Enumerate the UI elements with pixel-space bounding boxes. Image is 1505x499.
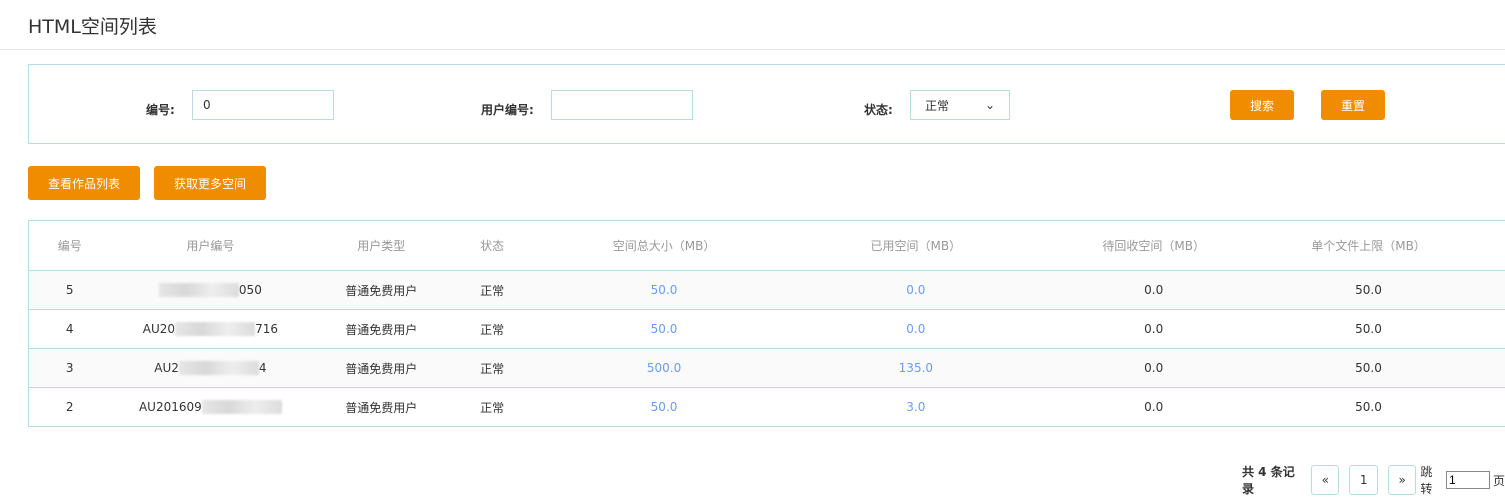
table-header: 编号 用户编号 用户类型 状态 空间总大小（MB） 已用空间（MB） 待回收空间… bbox=[28, 220, 1505, 271]
status-label: 状态: bbox=[864, 103, 893, 117]
status-value: 正常 bbox=[925, 98, 950, 113]
cell-user-id: 050 bbox=[110, 270, 311, 310]
chevron-down-icon[interactable]: ⌄ bbox=[1465, 309, 1505, 349]
cell-user-id: AU2 4 bbox=[110, 348, 311, 388]
col-actions: 操 bbox=[1465, 220, 1505, 271]
cell-limit: 50.0 bbox=[1271, 348, 1466, 388]
cell-limit: 50.0 bbox=[1271, 387, 1466, 427]
cell-used[interactable]: 135.0 bbox=[795, 348, 1036, 388]
cell-total[interactable]: 50.0 bbox=[532, 309, 796, 349]
cell-used[interactable]: 0.0 bbox=[795, 270, 1036, 310]
user-id-input[interactable] bbox=[551, 90, 693, 120]
table-row: 2 AU201609 普通免费用户 正常 50.0 3.0 0.0 50.0 ⌄ bbox=[28, 387, 1505, 427]
user-id-label: 用户编号: bbox=[481, 103, 534, 117]
cell-used[interactable]: 0.0 bbox=[795, 309, 1036, 349]
col-user-id: 用户编号 bbox=[110, 220, 311, 271]
cell-id: 2 bbox=[28, 387, 111, 427]
col-id: 编号 bbox=[28, 220, 111, 271]
cell-status: 正常 bbox=[452, 309, 533, 349]
page-title: HTML空间列表 bbox=[28, 16, 157, 38]
cell-pending: 0.0 bbox=[1035, 387, 1272, 427]
chevron-down-icon: ⌄ bbox=[984, 98, 995, 112]
redacted-mask bbox=[175, 322, 256, 337]
chevron-down-icon[interactable]: ⌄ bbox=[1465, 348, 1505, 388]
table-row: 4 AU20716 普通免费用户 正常 50.0 0.0 0.0 50.0 ⌄ bbox=[28, 309, 1505, 349]
cell-user-type: 普通免费用户 bbox=[310, 309, 453, 349]
table-row: 5 050 普通免费用户 正常 50.0 0.0 0.0 50.0 ⌄ bbox=[28, 270, 1505, 310]
id-label: 编号: bbox=[146, 103, 175, 117]
cell-id: 4 bbox=[28, 309, 111, 349]
search-button[interactable]: 搜索 bbox=[1230, 90, 1294, 120]
space-table: 编号 用户编号 用户类型 状态 空间总大小（MB） 已用空间（MB） 待回收空间… bbox=[28, 220, 1505, 427]
jump-label: 跳转 bbox=[1420, 465, 1433, 496]
cell-user-type: 普通免费用户 bbox=[310, 348, 453, 388]
cell-id: 3 bbox=[28, 348, 111, 388]
cell-user-type: 普通免费用户 bbox=[310, 270, 453, 310]
cell-pending: 0.0 bbox=[1035, 348, 1272, 388]
cell-user-id: AU20 716 bbox=[110, 309, 311, 349]
cell-id: 5 bbox=[28, 270, 111, 310]
reset-button[interactable]: 重置 bbox=[1321, 90, 1385, 120]
col-limit: 单个文件上限（MB） bbox=[1271, 220, 1466, 271]
cell-total[interactable]: 50.0 bbox=[532, 270, 796, 310]
jump-page-input[interactable] bbox=[1445, 471, 1490, 489]
cell-status: 正常 bbox=[452, 387, 533, 427]
table-row: 3 AU24 普通免费用户 正常 500.0 135.0 0.0 50.0 ⌄ bbox=[28, 348, 1505, 388]
cell-pending: 0.0 bbox=[1035, 270, 1272, 310]
pagination: 共 4 条记录 « 1 » 跳转 页 bbox=[1242, 463, 1505, 497]
cell-pending: 0.0 bbox=[1035, 309, 1272, 349]
redacted-mask bbox=[178, 361, 259, 376]
next-page-button[interactable]: » bbox=[1387, 465, 1417, 495]
view-works-button[interactable]: 查看作品列表 bbox=[28, 166, 140, 200]
cell-used[interactable]: 3.0 bbox=[795, 387, 1036, 427]
redacted-mask bbox=[201, 400, 282, 415]
cell-status: 正常 bbox=[452, 270, 533, 310]
col-used: 已用空间（MB） bbox=[795, 220, 1036, 271]
col-total: 空间总大小（MB） bbox=[532, 220, 796, 271]
cell-user-type: 普通免费用户 bbox=[310, 387, 453, 427]
chevron-down-icon[interactable]: ⌄ bbox=[1465, 270, 1505, 310]
page-unit: 页 bbox=[1492, 473, 1505, 488]
status-select[interactable]: 正常 ⌄ bbox=[910, 90, 1010, 120]
col-status: 状态 bbox=[452, 220, 533, 271]
col-pending: 待回收空间（MB） bbox=[1035, 220, 1272, 271]
divider bbox=[0, 49, 1505, 50]
cell-limit: 50.0 bbox=[1271, 309, 1466, 349]
cell-status: 正常 bbox=[452, 348, 533, 388]
cell-total[interactable]: 500.0 bbox=[532, 348, 796, 388]
cell-total[interactable]: 50.0 bbox=[532, 387, 796, 427]
page-1-button[interactable]: 1 bbox=[1349, 465, 1378, 495]
chevron-down-icon[interactable]: ⌄ bbox=[1465, 387, 1505, 427]
filter-panel: 编号: 用户编号: 状态: 正常 ⌄ 搜索 重置 bbox=[28, 64, 1505, 144]
id-input[interactable] bbox=[192, 90, 334, 120]
prev-page-button[interactable]: « bbox=[1311, 465, 1340, 495]
get-more-space-button[interactable]: 获取更多空间 bbox=[154, 166, 266, 200]
cell-limit: 50.0 bbox=[1271, 270, 1466, 310]
col-user-type: 用户类型 bbox=[310, 220, 453, 271]
cell-user-id: AU201609 bbox=[110, 387, 311, 427]
redacted-mask bbox=[158, 283, 239, 298]
total-records: 共 4 条记录 bbox=[1242, 465, 1295, 496]
